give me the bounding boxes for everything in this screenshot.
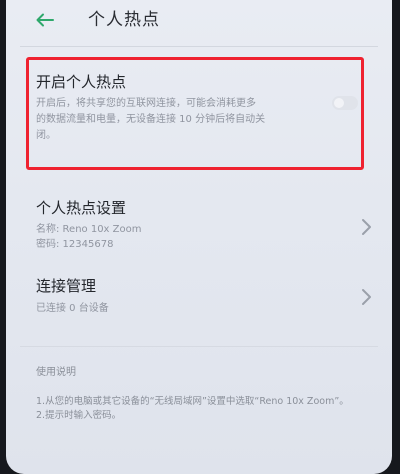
settings-screen: 个人热点 开启个人热点 开启后，将共享您的互联网连接，可能会消耗更多 的数据流量… [6, 0, 392, 474]
hotspot-settings-row[interactable]: 个人热点设置 名称: Reno 10x Zoom 密码: 12345678 [6, 188, 392, 258]
help-line-2: 2.提示时输入密码。 [36, 410, 122, 421]
header-divider [20, 46, 378, 47]
arrow-left-icon [36, 13, 54, 27]
chevron-right-icon [362, 289, 371, 305]
hotspot-password: 密码: 12345678 [36, 239, 114, 250]
back-button[interactable] [32, 8, 58, 32]
page-title: 个人热点 [88, 10, 160, 30]
app-header: 个人热点 [6, 0, 392, 44]
help-title: 使用说明 [36, 367, 76, 378]
section-divider [20, 346, 378, 347]
connection-management-row[interactable]: 连接管理 已连接 0 台设备 [6, 268, 392, 324]
help-line-1: 1.从您的电脑或其它设备的“无线局域网”设置中选取“Reno 10x Zoom”… [36, 396, 349, 407]
connection-management-title: 连接管理 [36, 277, 97, 295]
chevron-right-icon [362, 219, 371, 235]
phone-frame: 个人热点 开启个人热点 开启后，将共享您的互联网连接，可能会消耗更多 的数据流量… [0, 0, 400, 474]
connected-devices-status: 已连接 0 台设备 [36, 303, 109, 314]
hotspot-settings-title: 个人热点设置 [36, 199, 127, 217]
hotspot-name: 名称: Reno 10x Zoom [36, 224, 142, 235]
red-highlight-annotation [26, 57, 364, 170]
